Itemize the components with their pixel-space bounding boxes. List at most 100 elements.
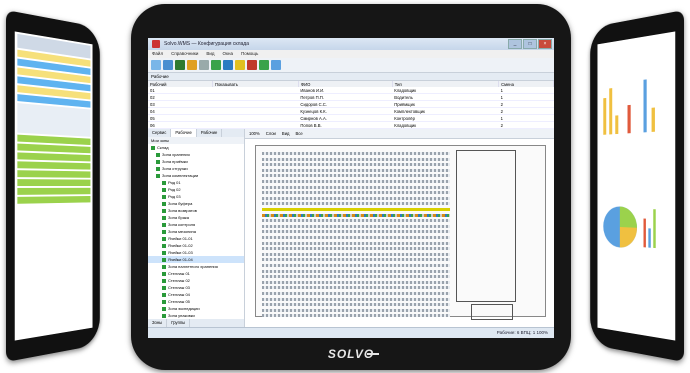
menu-view[interactable]: Вид xyxy=(206,50,214,58)
rack-row[interactable] xyxy=(262,286,450,290)
rack-row[interactable] xyxy=(262,152,450,155)
main-toolbar xyxy=(148,58,554,73)
rack-row[interactable] xyxy=(262,168,450,172)
tree-item-label: Зона хранения xyxy=(162,152,190,157)
menu-directories[interactable]: Справочники xyxy=(171,50,198,58)
tree-item[interactable]: Ячейки 01-02 xyxy=(148,242,244,249)
tab-groups[interactable]: Группы xyxy=(167,319,191,327)
workers-panel-title: Рабочие xyxy=(148,73,554,81)
tree-item[interactable]: Зона отгрузки xyxy=(148,165,244,172)
view-menu[interactable]: Вид xyxy=(282,129,290,138)
menu-windows[interactable]: Окна xyxy=(223,50,233,58)
tree-item[interactable]: Ряд 01 xyxy=(148,179,244,186)
tree-item[interactable]: Стеллаж 03 xyxy=(148,284,244,291)
tree-item[interactable]: Ряд 03 xyxy=(148,193,244,200)
print-icon[interactable] xyxy=(199,60,209,70)
menu-file[interactable]: Файл xyxy=(152,50,163,58)
edit-icon[interactable] xyxy=(187,60,197,70)
tree-item[interactable]: Зона буфера xyxy=(148,200,244,207)
tree-item[interactable]: Стеллаж 02 xyxy=(148,277,244,284)
rack-row[interactable] xyxy=(262,196,450,200)
rack-row[interactable] xyxy=(262,191,450,195)
tree-item[interactable]: Зона экспедиции xyxy=(148,305,244,312)
tree-item[interactable]: Склад xyxy=(148,144,244,151)
rack-row[interactable] xyxy=(262,236,450,239)
tree-item[interactable]: Стеллаж 01 xyxy=(148,270,244,277)
warehouse-map[interactable] xyxy=(255,145,546,320)
rack-row[interactable] xyxy=(262,308,450,312)
tree-item[interactable]: Зона приёмки xyxy=(148,158,244,165)
tree-item-label: Зона упаковки xyxy=(168,313,195,318)
minimize-button[interactable]: _ xyxy=(508,39,522,49)
tab-zones[interactable]: Зоны xyxy=(148,319,168,327)
delete-icon[interactable] xyxy=(247,60,257,70)
rack-row[interactable] xyxy=(262,303,450,307)
tree-item[interactable]: Зона брака xyxy=(148,214,244,221)
table-row[interactable]: 04 Кузнецов К.К. Комплектовщик 2 xyxy=(148,107,554,115)
zoom-level[interactable]: 100% xyxy=(249,129,260,138)
filter-all[interactable]: Все xyxy=(295,129,302,138)
table-row[interactable]: 05 Смирнов А.А. Контролёр 1 xyxy=(148,114,554,122)
rack-row[interactable] xyxy=(262,258,450,262)
layers-icon[interactable] xyxy=(223,60,233,70)
rack-row[interactable] xyxy=(262,297,450,301)
rack-row[interactable] xyxy=(262,157,450,161)
tree-item[interactable]: Зона комплектации xyxy=(148,172,244,179)
tree-item[interactable]: Стеллаж 05 xyxy=(148,298,244,305)
rack-row[interactable] xyxy=(262,264,450,267)
tree-item[interactable]: Зона возвратов xyxy=(148,207,244,214)
rack-row[interactable] xyxy=(262,247,450,251)
tab-workers-2[interactable]: Рабочие xyxy=(197,129,223,137)
rack-row[interactable] xyxy=(262,163,450,167)
rack-row[interactable] xyxy=(262,219,450,223)
rack-row[interactable] xyxy=(262,252,450,256)
rack-row[interactable] xyxy=(262,213,450,217)
tree-item[interactable]: Ряд 02 xyxy=(148,186,244,193)
table-row[interactable]: 03 Сидоров С.С. Приёмщик 2 xyxy=(148,100,554,108)
rack-row[interactable] xyxy=(262,292,450,295)
table-row[interactable]: 06 Попов В.В. Кладовщик 2 xyxy=(148,121,554,129)
table-cell: 2 xyxy=(498,107,554,115)
rack-row[interactable] xyxy=(262,185,450,189)
tab-workers[interactable]: Рабочие xyxy=(171,129,197,137)
rack-row[interactable] xyxy=(262,174,450,178)
open-icon[interactable] xyxy=(163,60,173,70)
maximize-button[interactable]: □ xyxy=(523,39,537,49)
close-button[interactable]: × xyxy=(538,39,552,49)
rack-row[interactable] xyxy=(262,314,450,318)
rack-row[interactable] xyxy=(262,280,450,284)
refresh-icon[interactable] xyxy=(271,60,281,70)
tree-item[interactable]: Стеллаж 04 xyxy=(148,291,244,298)
grid-icon[interactable] xyxy=(211,60,221,70)
tree-item[interactable]: Ячейки 01-01 xyxy=(148,235,244,242)
table-cell: 03 xyxy=(148,100,213,108)
layers-menu[interactable]: Слои xyxy=(266,129,276,138)
rack-row[interactable] xyxy=(262,202,450,206)
table-row[interactable]: 02 Петров П.П. Водитель 1 xyxy=(148,93,554,101)
main-tablet: Solvo.WMS — Конфигурация склада _ □ × Фа… xyxy=(131,4,571,370)
tree-item[interactable]: Зона упаковки xyxy=(148,312,244,319)
tab-service[interactable]: Сервис xyxy=(148,129,172,137)
tree-item[interactable]: Ячейки 01-04 xyxy=(148,256,244,263)
map-icon[interactable] xyxy=(259,60,269,70)
zone-icon[interactable] xyxy=(235,60,245,70)
tree-item[interactable]: Зона контроля xyxy=(148,221,244,228)
save-icon[interactable] xyxy=(175,60,185,70)
rack-row[interactable] xyxy=(262,208,450,211)
rack-row[interactable] xyxy=(262,241,450,245)
tree-item[interactable]: Ячейки 01-03 xyxy=(148,249,244,256)
tree-item[interactable]: Зона мезонина xyxy=(148,228,244,235)
rack-row[interactable] xyxy=(262,275,450,279)
menu-help[interactable]: Помощь xyxy=(241,50,258,58)
rack-row[interactable] xyxy=(262,269,450,273)
rack-row[interactable] xyxy=(262,230,450,234)
tree-item[interactable]: Зона хранения xyxy=(148,151,244,158)
shipping-zone[interactable] xyxy=(456,150,516,302)
new-icon[interactable] xyxy=(151,60,161,70)
rack-row[interactable] xyxy=(262,224,450,228)
tree-item[interactable]: Зона паллетного хранения xyxy=(148,263,244,270)
loading-dock[interactable] xyxy=(471,304,513,320)
tree-item-label: Ячейки 01-02 xyxy=(168,243,193,248)
rack-row[interactable] xyxy=(262,180,450,183)
zone-icon xyxy=(162,222,166,227)
